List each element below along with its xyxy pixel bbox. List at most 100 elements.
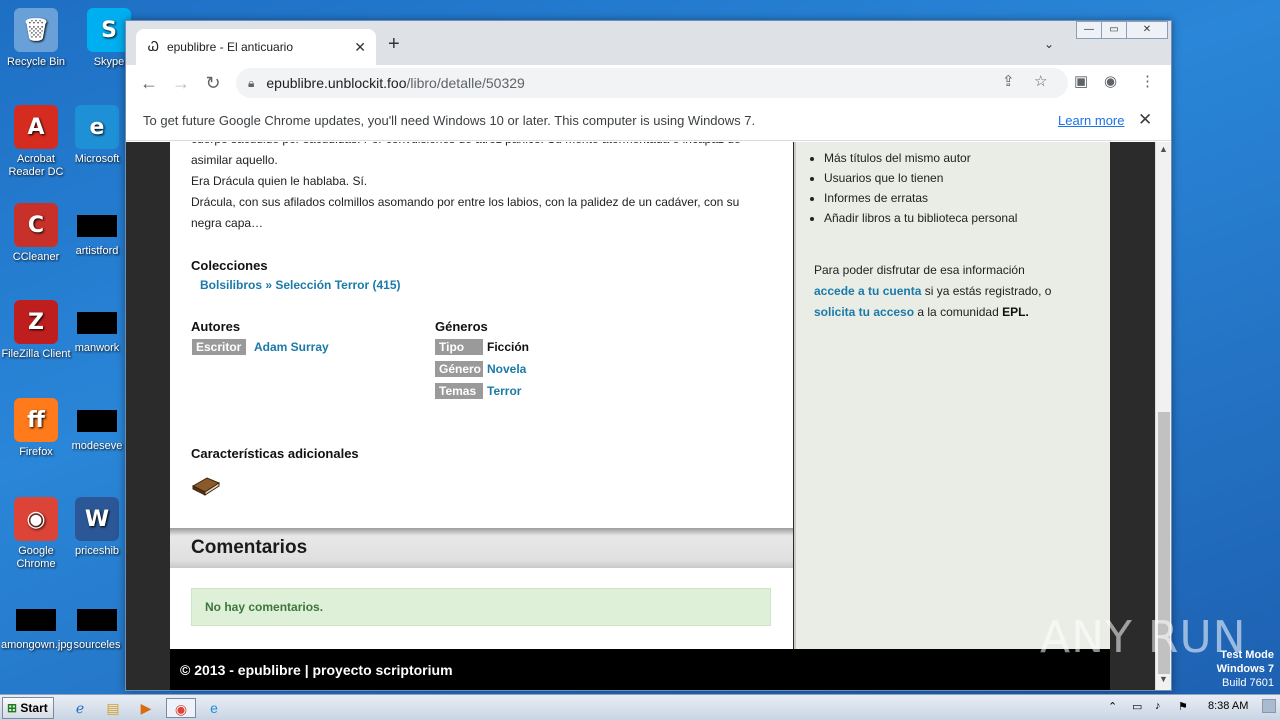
lock-icon: 🔒︎	[248, 75, 255, 90]
infobar-close-icon[interactable]: ✕	[1138, 110, 1152, 130]
login-link[interactable]: accede a tu cuenta	[814, 284, 921, 298]
author-role-tag: Escritor	[192, 339, 246, 355]
back-arrow-icon[interactable]: ←	[138, 73, 160, 94]
synopsis-line: Era Drácula quien le hablaba. Sí.	[191, 174, 368, 188]
network-tray-icon[interactable]: ▭	[1132, 700, 1142, 713]
desktop-app-icon: A	[14, 105, 58, 149]
author-link[interactable]: Adam Surray	[254, 340, 329, 354]
desktop-icon[interactable]: C CCleaner	[1, 203, 71, 264]
desktop-icon[interactable]: manwork	[62, 300, 132, 355]
side-panel-icon[interactable]: ▣	[1074, 72, 1088, 90]
desktop-icon-label: Google Chrome	[16, 545, 56, 570]
desktop-icon[interactable]: ◉ Google Chrome	[1, 497, 71, 571]
synopsis-line: negra capa…	[191, 216, 264, 230]
desktop-icon-label: Acrobat Reader DC	[8, 153, 64, 178]
tab-close-icon[interactable]: ✕	[354, 39, 366, 56]
desktop-app-icon: e	[75, 105, 119, 149]
desktop-app-icon: C	[14, 203, 58, 247]
desktop-app-icon: W	[75, 497, 119, 541]
new-tab-button[interactable]: +	[388, 33, 400, 56]
browser-tab[interactable]: Ꮗ epublibre - El anticuario ✕	[136, 29, 376, 65]
test-mode-line-3: Build 7601	[1222, 677, 1274, 689]
desktop-icon[interactable]: amongown.jpg	[1, 597, 73, 652]
paper-book-icon	[191, 474, 221, 501]
genre-row: Género Novela	[435, 361, 526, 377]
forward-arrow-icon[interactable]: →	[170, 73, 192, 94]
windows-logo-icon: ⊞	[7, 701, 18, 715]
tab-search-chevron-icon[interactable]: ⌄	[1044, 37, 1054, 51]
genre-value: Ficción	[487, 340, 530, 354]
genre-row: Tipo Ficción	[435, 339, 529, 355]
close-window-button[interactable]: ✕	[1126, 21, 1168, 39]
scroll-down-arrow-icon[interactable]: ▼	[1159, 674, 1168, 684]
file-thumbnail-icon	[77, 609, 117, 631]
test-mode-line-2: Windows 7	[1216, 663, 1274, 675]
file-thumbnail-icon	[77, 312, 117, 334]
desktop-icon[interactable]: e Microsoft	[62, 105, 132, 166]
desktop-icon[interactable]: artistford	[62, 203, 132, 258]
genre-row: Temas Terror	[435, 383, 521, 399]
desktop-icon[interactable]: ff Firefox	[1, 398, 71, 459]
share-icon[interactable]: ⇪	[1002, 72, 1015, 90]
reload-icon[interactable]: ↻	[202, 73, 224, 94]
desktop-icon[interactable]: Wpriceshib	[62, 497, 132, 558]
profile-avatar-icon[interactable]: ◉	[1104, 72, 1117, 90]
taskbar: ⊞ Start ℯ ▤ ▶ ◉ e ⌃ ▭ ♪ ⚑ 8:38 AM	[0, 694, 1280, 720]
sidebar-list-item: Añadir libros a tu biblioteca personal	[824, 208, 1017, 228]
page-viewport: cuerpo sacudido por sacudidas. Por convu…	[126, 142, 1155, 690]
desktop-icon[interactable]: sourceles	[62, 597, 132, 652]
show-desktop-button[interactable]	[1262, 699, 1276, 713]
sidebar-list-item: Más títulos del mismo autor	[824, 148, 1017, 168]
genre-link[interactable]: Terror	[487, 384, 521, 398]
desktop-icon-label: FileZilla Client	[1, 348, 71, 360]
learn-more-link[interactable]: Learn more	[1058, 113, 1124, 128]
desktop-icon-label: CCleaner	[12, 251, 60, 263]
maximize-button[interactable]: ▭	[1101, 21, 1127, 39]
media-player-icon[interactable]: ▶	[134, 698, 158, 718]
internet-explorer-icon[interactable]: ℯ	[68, 698, 92, 718]
genre-link[interactable]: Novela	[487, 362, 526, 376]
test-mode-line-1: Test Mode	[1220, 649, 1274, 661]
sidebar-feature-list: Más títulos del mismo autorUsuarios que …	[824, 148, 1017, 228]
file-explorer-icon[interactable]: ▤	[101, 698, 125, 718]
tab-title: epublibre - El anticuario	[166, 40, 294, 54]
page-scrollbar[interactable]: ▲ ▼	[1155, 142, 1171, 690]
sidebar-list-item: Usuarios que lo tienen	[824, 168, 1017, 188]
clock[interactable]: 8:38 AM	[1208, 700, 1248, 712]
desktop-icon[interactable]: Z FileZilla Client	[1, 300, 71, 361]
address-bar[interactable]: 🔒︎ epublibre.unblockit.foo/libro/detalle…	[236, 68, 1068, 98]
desktop-icon-label: amongown.jpg	[1, 639, 73, 651]
minimize-button[interactable]: —	[1076, 21, 1102, 39]
sidebar-text-3: a la comunidad	[914, 305, 1003, 319]
desktop-icon-label: modeseve	[71, 440, 123, 452]
action-center-flag-icon[interactable]: ⚑	[1178, 700, 1188, 713]
signup-link[interactable]: solicita tu acceso	[814, 305, 914, 319]
chrome-taskbar-icon[interactable]: ◉	[166, 698, 196, 718]
collection-link[interactable]: Bolsilibros » Selección Terror (415)	[200, 278, 401, 292]
edge-taskbar-icon[interactable]: e	[202, 698, 226, 718]
genre-tag: Género	[435, 361, 483, 377]
page-footer: © 2013 - epublibre | proyecto scriptoriu…	[170, 649, 1110, 690]
genres-heading: Géneros	[435, 319, 488, 334]
chrome-menu-icon[interactable]: ⋮	[1140, 72, 1155, 90]
file-thumbnail-icon	[77, 215, 117, 237]
genre-tag: Tipo	[435, 339, 483, 355]
start-button[interactable]: ⊞ Start	[2, 697, 54, 719]
sidebar-text-2: si ya estás registrado, o	[921, 284, 1052, 298]
scroll-up-arrow-icon[interactable]: ▲	[1159, 144, 1168, 154]
test-mode-label: Test Mode Windows 7 Build 7601	[1217, 648, 1274, 690]
volume-tray-icon[interactable]: ♪	[1155, 700, 1161, 712]
sidebar-list-item: Informes de erratas	[824, 188, 1017, 208]
desktop-icon[interactable]: 🗑 Recycle Bin	[1, 8, 71, 69]
file-thumbnail-icon	[16, 609, 56, 631]
genre-tag: Temas	[435, 383, 483, 399]
synopsis-line: asimilar aquello.	[191, 153, 278, 167]
collections-heading: Colecciones	[191, 258, 268, 273]
bookmark-star-icon[interactable]: ☆	[1034, 72, 1047, 90]
url-path: /libro/detalle/50329	[406, 75, 525, 91]
desktop-icon[interactable]: modeseve	[62, 398, 132, 453]
main-column: cuerpo sacudido por sacudidas. Por convu…	[170, 142, 793, 649]
desktop-icon[interactable]: A Acrobat Reader DC	[1, 105, 71, 179]
tray-expand-icon[interactable]: ⌃	[1108, 700, 1117, 713]
url-host: epublibre.unblockit.foo	[266, 75, 407, 91]
